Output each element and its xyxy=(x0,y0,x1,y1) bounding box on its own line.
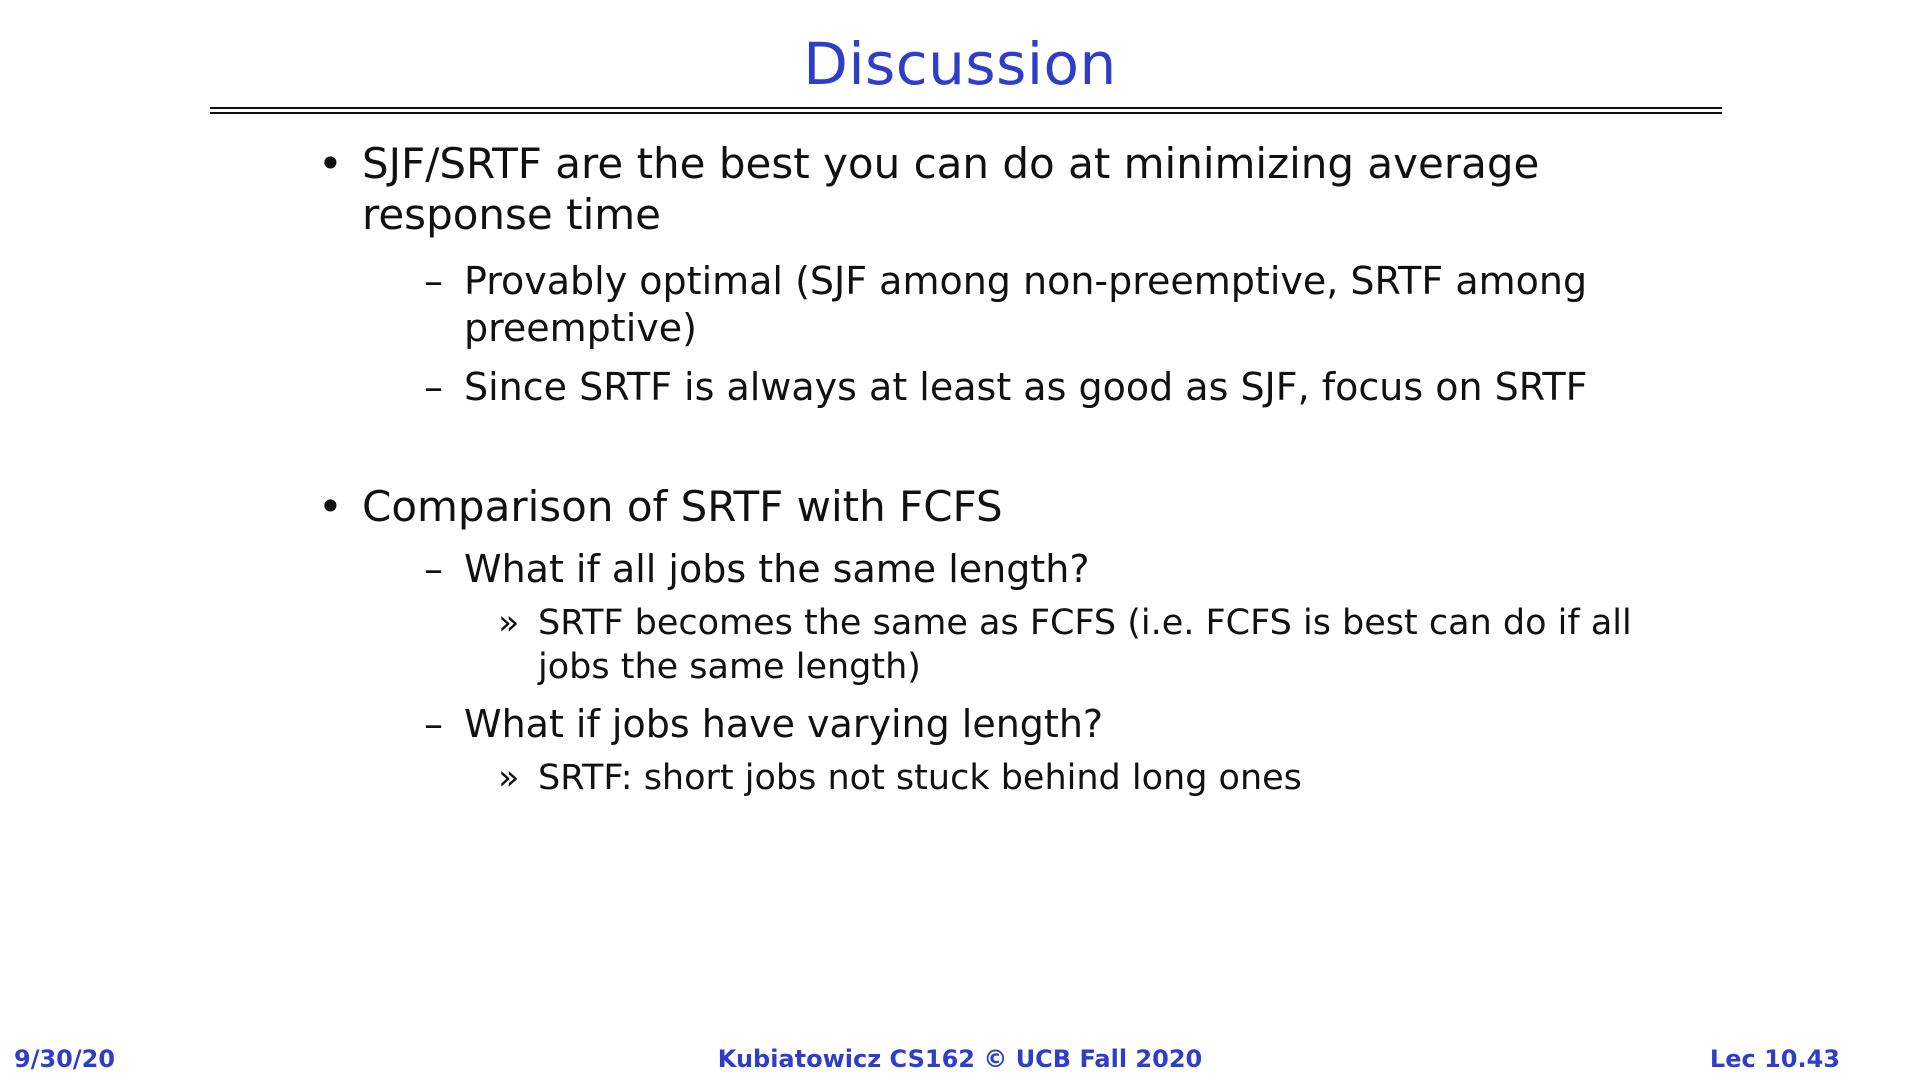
sub-bullet-marker: – xyxy=(424,365,443,409)
sub-sub-bullet-text: SRTF becomes the same as FCFS (i.e. FCFS… xyxy=(538,603,1632,687)
sub-bullet-item: – What if all jobs the same length? xyxy=(424,546,1658,593)
bullet-text: SJF/SRTF are the best you can do at mini… xyxy=(362,139,1540,239)
bullet-marker: • xyxy=(318,139,343,188)
sub-bullet-marker: – xyxy=(424,259,443,303)
sub-bullet-text: What if all jobs the same length? xyxy=(464,547,1090,591)
bullet-text: Comparison of SRTF with FCFS xyxy=(362,482,1003,531)
bullet-item: • Comparison of SRTF with FCFS xyxy=(318,481,1658,532)
sub-sub-bullet-item: » SRTF becomes the same as FCFS (i.e. FC… xyxy=(498,601,1658,689)
slide-body: • SJF/SRTF are the best you can do at mi… xyxy=(318,138,1658,800)
title-rule-bottom xyxy=(210,112,1722,114)
slide: Discussion • SJF/SRTF are the best you c… xyxy=(0,0,1920,1080)
sub-bullet-text: Since SRTF is always at least as good as… xyxy=(464,365,1588,409)
sub-bullet-text: Provably optimal (SJF among non-preempti… xyxy=(464,259,1588,350)
sub-bullet-item: – What if jobs have varying length? xyxy=(424,701,1658,748)
sub-sub-bullet-marker: » xyxy=(498,603,520,643)
sub-sub-bullet-item: » SRTF: short jobs not stuck behind long… xyxy=(498,756,1658,800)
sub-bullet-marker: – xyxy=(424,702,443,746)
bullet-item: • SJF/SRTF are the best you can do at mi… xyxy=(318,138,1658,240)
footer-course: Kubiatowicz CS162 © UCB Fall 2020 xyxy=(717,1045,1203,1073)
sub-bullet-item: – Since SRTF is always at least as good … xyxy=(424,364,1658,411)
title-rule-top xyxy=(210,107,1722,109)
sub-bullet-marker: – xyxy=(424,547,443,591)
sub-sub-bullet-text: SRTF: short jobs not stuck behind long o… xyxy=(538,758,1302,798)
sub-bullet-item: – Provably optimal (SJF among non-preemp… xyxy=(424,258,1658,352)
footer-lecture-number: Lec 10.43 xyxy=(1709,1045,1840,1073)
slide-title: Discussion xyxy=(803,30,1117,98)
sub-sub-bullet-marker: » xyxy=(498,758,520,798)
bullet-marker: • xyxy=(318,482,343,531)
sub-bullet-text: What if jobs have varying length? xyxy=(464,702,1104,746)
